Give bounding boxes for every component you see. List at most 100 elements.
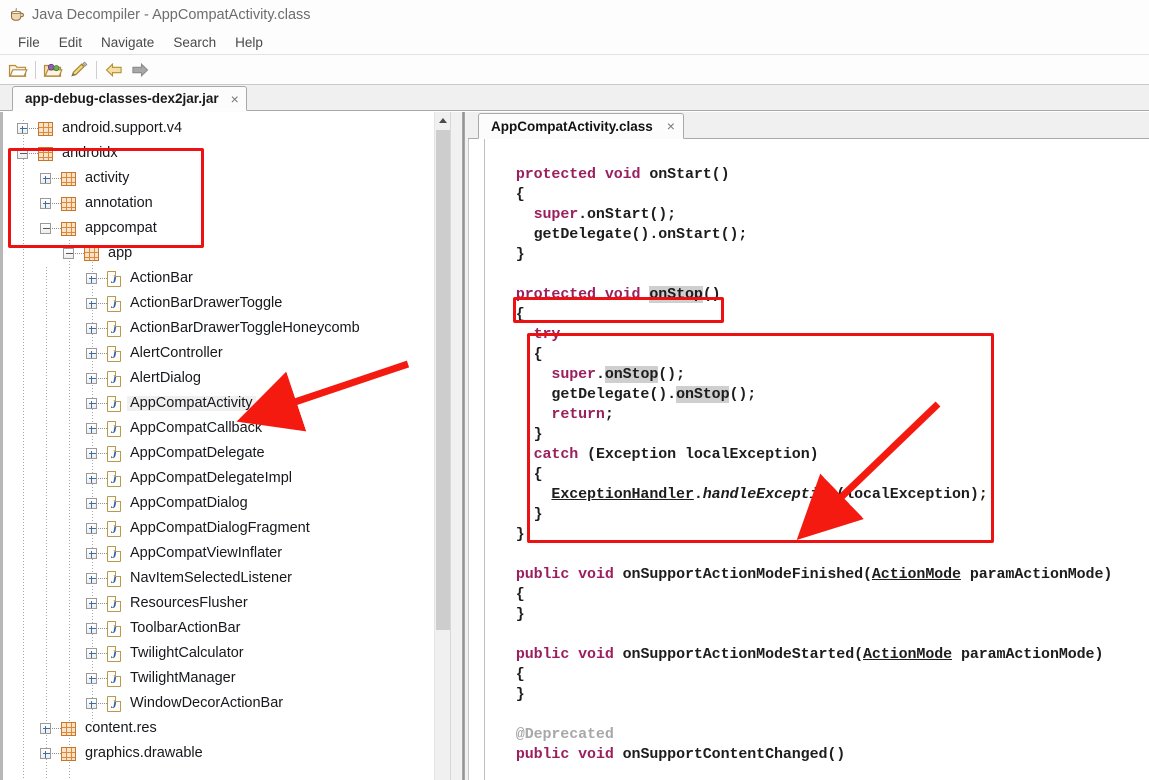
expand-toggle-icon[interactable] — [86, 323, 97, 334]
tree-item-graphics-drawable[interactable]: graphics.drawable — [3, 741, 434, 766]
tree-item-actionbardrawertoggle[interactable]: J ActionBarDrawerToggle — [3, 291, 434, 316]
tree-item-resourcesflusher[interactable]: J ResourcesFlusher — [3, 591, 434, 616]
class-icon: J — [107, 570, 121, 587]
editor-tab-appcompatactivity[interactable]: AppCompatActivity.class × — [478, 113, 684, 139]
tree-item-appcompatdialogfragment[interactable]: J AppCompatDialogFragment — [3, 516, 434, 541]
forward-icon[interactable] — [127, 58, 153, 82]
tree-item-label: appcompat — [85, 220, 157, 237]
window-title: Java Decompiler - AppCompatActivity.clas… — [32, 7, 311, 23]
tree-connector-line — [98, 403, 107, 404]
expand-toggle-icon[interactable] — [86, 673, 97, 684]
expand-toggle-icon[interactable] — [86, 648, 97, 659]
tree-item-alertcontroller[interactable]: J AlertController — [3, 341, 434, 366]
package-icon — [38, 121, 53, 136]
tree-connector-line — [98, 703, 107, 704]
scrollbar-thumb[interactable] — [436, 130, 450, 630]
tree-item-androidx[interactable]: androidx — [3, 141, 434, 166]
expand-toggle-icon[interactable] — [40, 748, 51, 759]
jar-tab-app-debug[interactable]: app-debug-classes-dex2jar.jar × — [12, 86, 247, 111]
tree-item-appcompatactivity[interactable]: J AppCompatActivity — [3, 391, 434, 416]
tree-connector-line — [52, 203, 61, 204]
java-coffee-cup-icon — [8, 6, 26, 24]
menu-search[interactable]: Search — [164, 33, 226, 52]
class-icon: J — [107, 695, 121, 712]
tree-item-twilightcalculator[interactable]: J TwilightCalculator — [3, 641, 434, 666]
tree-item-twilightmanager[interactable]: J TwilightManager — [3, 666, 434, 691]
class-icon: J — [107, 395, 121, 412]
tree-item-annotation[interactable]: annotation — [3, 191, 434, 216]
menu-help[interactable]: Help — [226, 33, 273, 52]
tree-item-activity[interactable]: activity — [3, 166, 434, 191]
tree-item-label: TwilightCalculator — [130, 645, 244, 662]
expand-toggle-icon[interactable] — [86, 573, 97, 584]
close-icon[interactable]: × — [667, 119, 675, 133]
tree-item-appcompatdelegateimpl[interactable]: J AppCompatDelegateImpl — [3, 466, 434, 491]
expand-toggle-icon[interactable] — [86, 298, 97, 309]
open-type-icon[interactable] — [40, 58, 66, 82]
menu-navigate[interactable]: Navigate — [92, 33, 164, 52]
tree-item-navitemselectedlistener[interactable]: J NavItemSelectedListener — [3, 566, 434, 591]
expand-toggle-icon[interactable] — [86, 523, 97, 534]
tree-item-appcompatdialog[interactable]: J AppCompatDialog — [3, 491, 434, 516]
tree-item-windowdecoractionbar[interactable]: J WindowDecorActionBar — [3, 691, 434, 716]
tree-item-label: AppCompatDialogFragment — [130, 520, 310, 537]
tree-item-label: AppCompatDelegateImpl — [130, 470, 293, 487]
tree-item-label: annotation — [85, 195, 153, 212]
tree-item-android-support-v4[interactable]: android.support.v4 — [3, 116, 434, 141]
expand-toggle-icon[interactable] — [40, 198, 51, 209]
expand-toggle-icon[interactable] — [86, 398, 97, 409]
tree-item-label: WindowDecorActionBar — [130, 695, 284, 712]
expand-toggle-icon[interactable] — [86, 623, 97, 634]
collapse-toggle-icon[interactable] — [17, 148, 28, 159]
expand-toggle-icon[interactable] — [17, 123, 28, 134]
tree-item-toolbaractionbar[interactable]: J ToolbarActionBar — [3, 616, 434, 641]
scroll-up-arrow-icon[interactable] — [435, 112, 450, 129]
expand-toggle-icon[interactable] — [86, 448, 97, 459]
tree-item-appcompatviewinflater[interactable]: J AppCompatViewInflater — [3, 541, 434, 566]
code-view[interactable]: protected void onStart() { super.onStart… — [468, 139, 1149, 780]
expand-toggle-icon[interactable] — [40, 173, 51, 184]
tree-item-label: AlertController — [130, 345, 223, 362]
expand-toggle-icon[interactable] — [86, 348, 97, 359]
expand-toggle-icon[interactable] — [86, 598, 97, 609]
expand-toggle-icon[interactable] — [86, 548, 97, 559]
open-folder-icon[interactable] — [5, 58, 31, 82]
collapse-toggle-icon[interactable] — [63, 248, 74, 259]
menu-bar: File Edit Navigate Search Help — [0, 30, 1149, 55]
tree-item-alertdialog[interactable]: J AlertDialog — [3, 366, 434, 391]
class-icon: J — [107, 670, 121, 687]
tree-item-app[interactable]: app — [3, 241, 434, 266]
expand-toggle-icon[interactable] — [86, 373, 97, 384]
expand-toggle-icon[interactable] — [40, 723, 51, 734]
expand-toggle-icon[interactable] — [86, 423, 97, 434]
jar-tab-bar: app-debug-classes-dex2jar.jar × — [0, 85, 1149, 111]
package-tree: android.support.v4 androidx activity annota… — [3, 112, 434, 780]
tree-item-appcompatcallback[interactable]: J AppCompatCallback — [3, 416, 434, 441]
expand-toggle-icon[interactable] — [86, 273, 97, 284]
tree-item-actionbar[interactable]: J ActionBar — [3, 266, 434, 291]
collapse-toggle-icon[interactable] — [40, 223, 51, 234]
title-bar: Java Decompiler - AppCompatActivity.clas… — [0, 0, 1149, 30]
back-icon[interactable] — [101, 58, 127, 82]
tree-connector-line — [52, 228, 61, 229]
tree-item-label: AppCompatDelegate — [130, 445, 265, 462]
tree-item-appcompat[interactable]: appcompat — [3, 216, 434, 241]
split-handle[interactable] — [450, 112, 468, 780]
class-icon: J — [107, 495, 121, 512]
decompiled-source[interactable]: protected void onStart() { super.onStart… — [486, 139, 1149, 780]
class-icon: J — [107, 320, 121, 337]
save-all-pen-icon[interactable] — [66, 58, 92, 82]
tree-item-content-res[interactable]: content.res — [3, 716, 434, 741]
toolbar — [0, 55, 1149, 85]
menu-file[interactable]: File — [9, 33, 50, 52]
tree-connector-line — [98, 528, 107, 529]
tree-vertical-scrollbar[interactable] — [434, 112, 450, 780]
expand-toggle-icon[interactable] — [86, 698, 97, 709]
tree-item-actionbardrawertogglehoneycomb[interactable]: J ActionBarDrawerToggleHoneycomb — [3, 316, 434, 341]
menu-edit[interactable]: Edit — [50, 33, 92, 52]
package-icon — [61, 721, 76, 736]
tree-item-appcompatdelegate[interactable]: J AppCompatDelegate — [3, 441, 434, 466]
expand-toggle-icon[interactable] — [86, 498, 97, 509]
close-icon[interactable]: × — [231, 92, 239, 106]
expand-toggle-icon[interactable] — [86, 473, 97, 484]
